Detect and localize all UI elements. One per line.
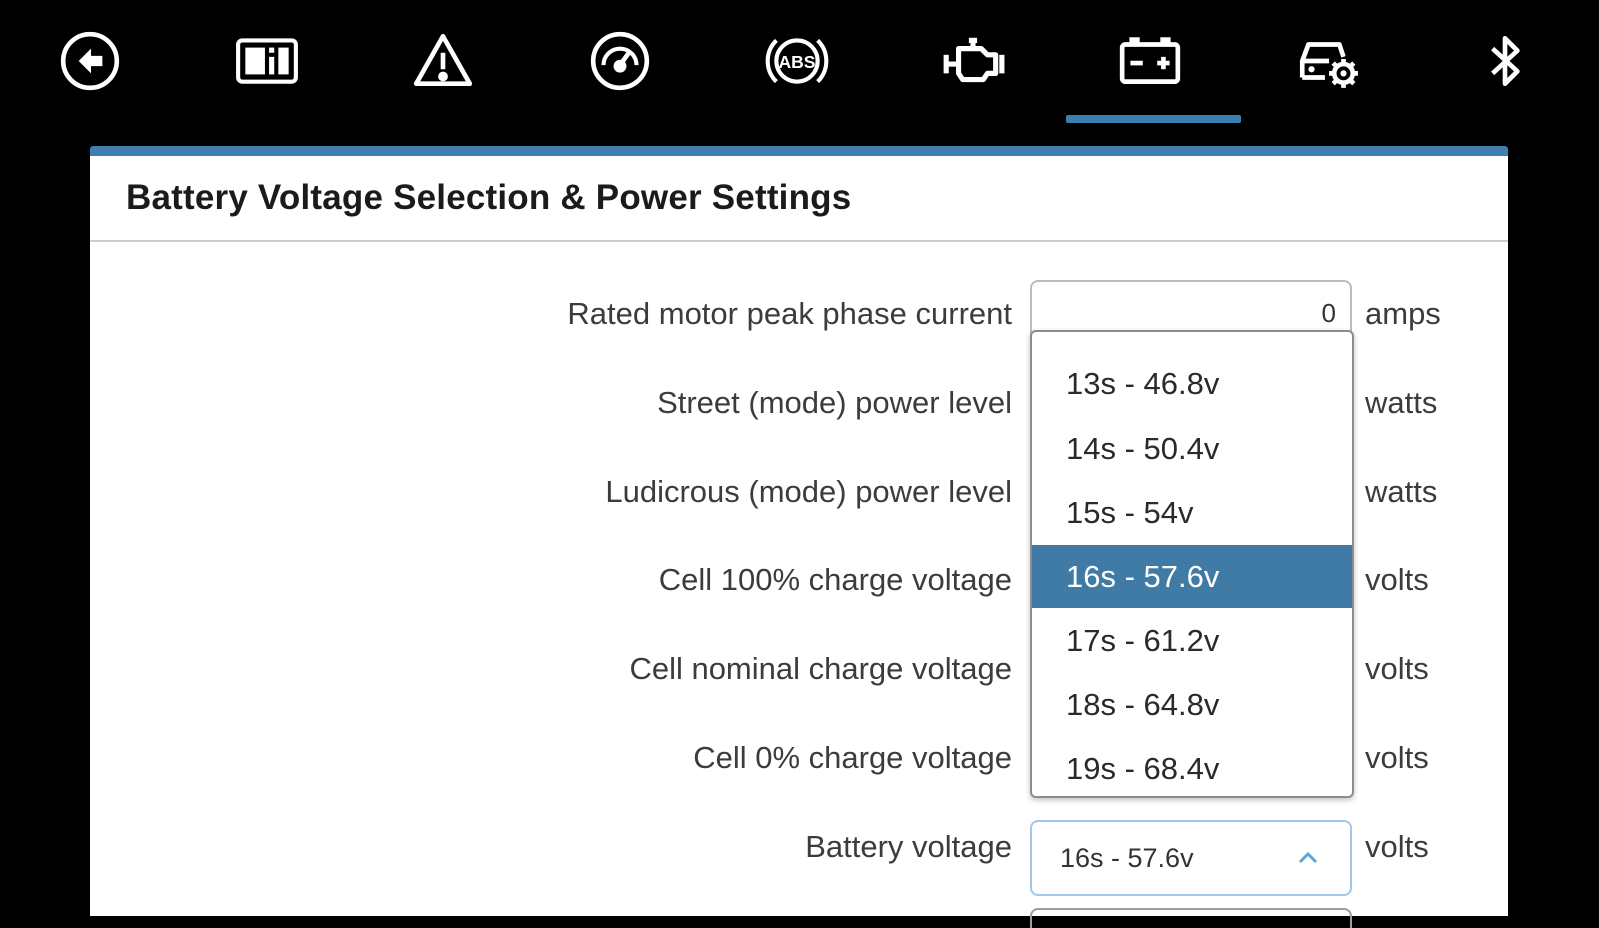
next-field-partial[interactable]: [1030, 908, 1352, 928]
battery-voltage-select[interactable]: 16s - 57.6v: [1030, 820, 1352, 896]
svg-text:ABS: ABS: [779, 52, 816, 72]
dashboard-info-icon[interactable]: [232, 26, 302, 96]
battery-voltage-select-value: 16s - 57.6v: [1060, 843, 1194, 873]
speedometer-icon[interactable]: [585, 26, 655, 96]
ludicrous-power-label: Ludicrous (mode) power level: [605, 474, 1012, 509]
dropdown-option[interactable]: 17s - 61.2v: [1032, 609, 1352, 672]
dropdown-option[interactable]: 14s - 50.4v: [1032, 417, 1352, 480]
panel-title: Battery Voltage Selection & Power Settin…: [126, 178, 852, 217]
battery-voltage-label: Battery voltage: [805, 829, 1012, 864]
cell-nominal-voltage-unit: volts: [1365, 651, 1429, 686]
chevron-up-icon: [1298, 851, 1318, 864]
battery-voltage-dropdown-list[interactable]: 13s - 46.8v 14s - 50.4v 15s - 54v 16s - …: [1030, 330, 1354, 798]
ludicrous-power-unit: watts: [1365, 474, 1438, 509]
engine-icon[interactable]: [938, 26, 1008, 96]
cell-full-voltage-unit: volts: [1365, 562, 1429, 597]
settings-panel: Battery Voltage Selection & Power Settin…: [90, 146, 1508, 928]
street-power-label: Street (mode) power level: [657, 385, 1012, 420]
cell-empty-voltage-label: Cell 0% charge voltage: [693, 740, 1012, 775]
dropdown-option[interactable]: 15s - 54v: [1032, 481, 1352, 544]
dropdown-option-partial: [1032, 332, 1352, 338]
dropdown-option[interactable]: 18s - 64.8v: [1032, 673, 1352, 736]
peak-current-unit: amps: [1365, 296, 1441, 331]
cell-nominal-voltage-label: Cell nominal charge voltage: [629, 651, 1012, 686]
vehicle-settings-icon[interactable]: [1292, 26, 1362, 96]
battery-voltage-unit: volts: [1365, 829, 1429, 864]
cell-full-voltage-label: Cell 100% charge voltage: [658, 562, 1012, 597]
dropdown-option[interactable]: 13s - 46.8v: [1032, 352, 1352, 415]
active-tab-indicator: [1066, 115, 1241, 123]
back-icon[interactable]: [55, 26, 125, 96]
cell-empty-voltage-unit: volts: [1365, 740, 1429, 775]
warning-icon[interactable]: [408, 26, 478, 96]
peak-current-label: Rated motor peak phase current: [567, 296, 1012, 331]
dropdown-option[interactable]: 19s - 68.4v: [1032, 737, 1352, 796]
top-toolbar: ABS: [0, 0, 1599, 130]
abs-icon[interactable]: ABS: [762, 26, 832, 96]
panel-header: Battery Voltage Selection & Power Settin…: [90, 156, 1508, 242]
street-power-unit: watts: [1365, 385, 1438, 420]
battery-icon[interactable]: [1115, 26, 1185, 96]
bluetooth-icon[interactable]: [1470, 26, 1540, 96]
dropdown-option-selected[interactable]: 16s - 57.6v: [1032, 545, 1352, 608]
